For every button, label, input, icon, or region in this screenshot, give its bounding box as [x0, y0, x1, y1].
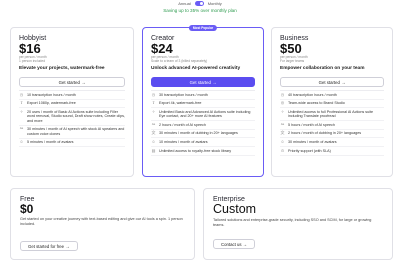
- feature-text: 40 transcription hours / month: [288, 92, 337, 97]
- avatar-icon: ☺: [19, 139, 24, 145]
- plan-tagline: Elevate your projects, watermark-free: [19, 66, 105, 71]
- sparkle-icon: ✧: [19, 108, 24, 114]
- plan-tagline: Empower collaboration on your team: [280, 66, 365, 71]
- feature-list: ◷ 10 transcription hours / month ⇧ Export …: [19, 90, 125, 148]
- plan-card-business: Business $50 per person / month For larg…: [271, 27, 393, 177]
- feature-text: 10 minutes / month of avatars: [159, 139, 208, 144]
- voice-icon: ᴬᵃ: [151, 121, 156, 127]
- plan-seat-note: For larger teams: [280, 59, 305, 63]
- plan-card-enterprise: Enterprise Custom Tailored solutions and…: [203, 188, 393, 260]
- feature-text: Unlimited access to full Professional AI…: [288, 109, 374, 119]
- feature-list: ◷ 30 transcription hours / month ⇧ Export …: [151, 90, 255, 156]
- avatar-icon: ☺: [151, 138, 156, 144]
- feature-text: 5 hours / month of AI speech: [288, 122, 335, 127]
- plan-price: $0: [20, 202, 34, 216]
- feature-list: ◷ 40 transcription hours / month ◎ Team-wi…: [280, 90, 384, 156]
- feature-text: Export 4k, watermark-free: [159, 101, 202, 106]
- voice-icon: ᴬᵃ: [280, 121, 285, 127]
- clock-icon: ◷: [19, 91, 24, 97]
- get-started-button[interactable]: Get started →: [19, 77, 125, 87]
- get-started-button[interactable]: Get started →: [151, 77, 255, 87]
- feature-item: ☺ 10 minutes / month of avatars: [151, 138, 255, 147]
- billing-annual-label[interactable]: Annual: [178, 1, 190, 6]
- billing-toggle-area: Annual Monthly Saving up to 35% over mon…: [0, 0, 400, 13]
- contact-us-button[interactable]: Contact us →: [213, 239, 256, 250]
- feature-item: ✧ 20 uses / month of Basic AI Actions sui…: [19, 108, 125, 126]
- clock-icon: ◷: [280, 91, 285, 97]
- feature-item: 文 30 minutes / month of dubbing in 20+ la…: [151, 130, 255, 139]
- feature-item: ◷ 40 transcription hours / month: [280, 91, 384, 100]
- plan-tagline: Unlock advanced AI-powered creativity: [151, 66, 241, 71]
- feature-item: ⇧ Export 4k, watermark-free: [151, 100, 255, 109]
- brand-studio-icon: ◎: [280, 100, 285, 106]
- plan-seat-note: Scale to a team of 3 (billed separately): [151, 59, 208, 63]
- feature-item: ⇧ Export 1080p, watermark-free: [19, 100, 125, 109]
- sparkle-icon: ✧: [280, 108, 285, 114]
- feature-item: ✧ Unlimited access to full Professional A…: [280, 108, 384, 122]
- plan-card-creator: Most Popular Creator $24 per person / mo…: [142, 25, 264, 177]
- plan-price: $24: [151, 41, 173, 56]
- feature-text: 5 minutes / month of avatars: [27, 140, 74, 145]
- get-started-free-button[interactable]: Get started for free →: [20, 241, 78, 252]
- feature-item: ✧ Unlimited Basic and Advanced AI Actions…: [151, 108, 255, 122]
- plan-description: Tailored solutions and enterprise-grade …: [213, 218, 372, 227]
- feature-item: ☺ 30 minutes / month of avatars: [280, 138, 384, 147]
- feature-item: ◷ 30 transcription hours / month: [151, 91, 255, 100]
- feature-item: ☺ 5 minutes / month of avatars: [19, 139, 125, 148]
- feature-item: ᴬᵃ 2 hours / month of AI speech: [151, 121, 255, 130]
- free-cta-wrap: Get started for free →: [20, 235, 185, 253]
- avatar-icon: ☺: [280, 138, 285, 144]
- plan-name: Free: [20, 196, 35, 203]
- feature-text: 20 uses / month of Basic AI Actions suit…: [27, 109, 125, 123]
- support-icon: ⊙: [280, 147, 285, 153]
- plan-card-free: Free $0 Get started on your creative jou…: [10, 188, 195, 260]
- clock-icon: ◷: [151, 91, 156, 97]
- most-popular-badge: Most Popular: [188, 25, 218, 31]
- feature-text: 2 hours / month of AI speech: [159, 122, 206, 127]
- feature-item: ᴬᵃ 5 hours / month of AI speech: [280, 121, 384, 130]
- feature-item: ⊙ Priority support (with SLA): [280, 147, 384, 156]
- feature-text: Priority support (with SLA): [288, 148, 331, 153]
- plan-seat-note: 1 person included: [19, 59, 46, 63]
- feature-item: 文2 hours / month of dubbing in 20+ langu…: [280, 130, 384, 139]
- plan-price: Custom: [213, 202, 257, 216]
- feature-item: ᴬᵃ 30 minutes / month of AI speech with s…: [19, 126, 125, 139]
- export-icon: ⇧: [19, 100, 24, 106]
- billing-toggle[interactable]: [194, 1, 204, 6]
- sparkle-icon: ✧: [151, 108, 156, 114]
- feature-item: ◷ 10 transcription hours / month: [19, 91, 125, 100]
- feature-item: ▤ Unlimited access to royalty-free stock …: [151, 147, 255, 156]
- feature-text: Team-wide access to Brand Studio: [288, 101, 345, 106]
- feature-text: 30 transcription hours / month: [159, 92, 208, 97]
- billing-monthly-label[interactable]: Monthly: [208, 1, 222, 6]
- plan-price: $16: [19, 41, 41, 56]
- feature-text: 30 minutes / month of AI speech with sto…: [27, 127, 125, 136]
- feature-text: Unlimited Basic and Advanced AI Actions …: [159, 109, 251, 119]
- feature-text: 30 minutes / month of dubbing in 20+ lan…: [159, 131, 238, 136]
- get-started-button[interactable]: Get started →: [280, 77, 384, 87]
- voice-icon: ᴬᵃ: [19, 126, 24, 132]
- plan-card-hobbyist: Hobbyist $16 per person / month 1 person…: [10, 27, 134, 177]
- plan-price: $50: [280, 41, 302, 56]
- feature-text: Export 1080p, watermark-free: [27, 101, 76, 106]
- dubbing-icon: 文: [280, 130, 285, 136]
- feature-text: Unlimited access to royalty-free stock l…: [159, 148, 232, 153]
- feature-text: 30 minutes / month of avatars: [288, 139, 337, 144]
- billing-toggle-row: Annual Monthly: [0, 0, 400, 7]
- dubbing-icon: 文: [151, 130, 156, 136]
- feature-item: ◎ Team-wide access to Brand Studio: [280, 100, 384, 109]
- plan-description: Get started on your creative journey wit…: [20, 217, 183, 226]
- saving-note: Saving up to 35% over monthly plan: [163, 8, 237, 13]
- feature-text: 10 transcription hours / month: [27, 92, 76, 97]
- enterprise-cta-wrap: Contact us →: [213, 233, 383, 251]
- feature-text: 2 hours / month of dubbing in 20+ langua…: [288, 131, 362, 136]
- stock-library-icon: ▤: [151, 147, 156, 153]
- export-icon: ⇧: [151, 100, 156, 106]
